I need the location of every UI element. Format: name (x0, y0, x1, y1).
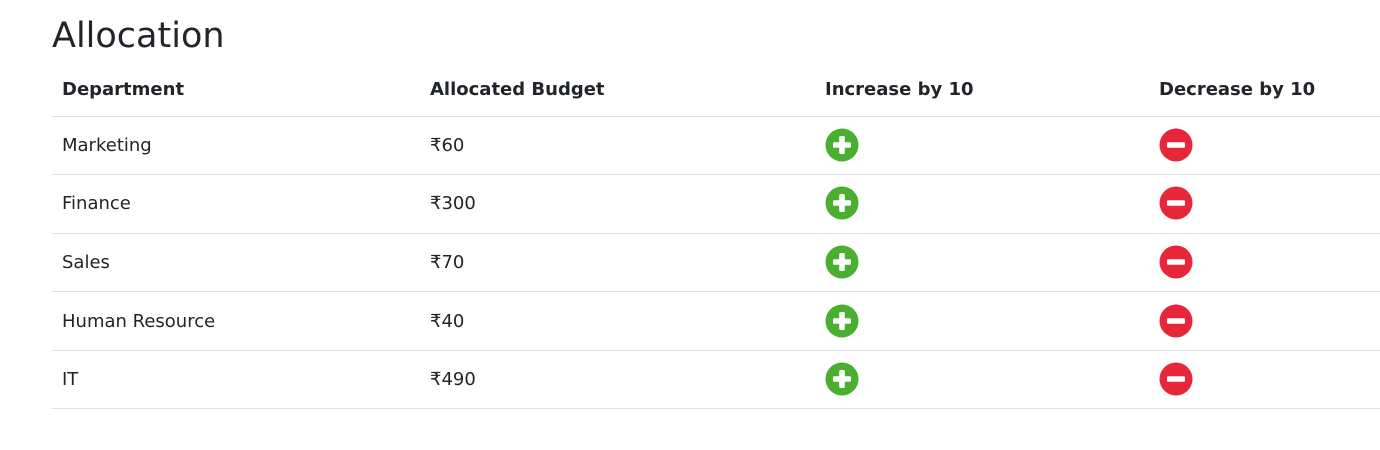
header-increase: Increase by 10 (815, 64, 1149, 117)
table-header-row: Department Allocated Budget Increase by … (52, 64, 1380, 117)
decrease-button[interactable] (1159, 304, 1193, 338)
increase-cell (815, 291, 1149, 351)
department-cell: IT (52, 350, 420, 410)
increase-button[interactable] (825, 304, 859, 338)
table-row: Marketing ₹60 (52, 116, 1380, 176)
plus-circle-icon (825, 186, 859, 220)
table-row: Sales ₹70 (52, 233, 1380, 293)
table-row: Human Resource ₹40 (52, 291, 1380, 351)
increase-cell (815, 116, 1149, 176)
minus-circle-icon (1159, 362, 1193, 396)
increase-cell (815, 174, 1149, 234)
increase-button[interactable] (825, 186, 859, 220)
increase-cell (815, 350, 1149, 410)
table-row: IT ₹490 (52, 350, 1380, 410)
minus-circle-icon (1159, 245, 1193, 279)
decrease-button[interactable] (1159, 362, 1193, 396)
decrease-button[interactable] (1159, 245, 1193, 279)
page-title: Allocation (52, 16, 225, 56)
page: Allocation Department Allocated Budget I… (0, 0, 1380, 450)
department-cell: Marketing (52, 116, 420, 176)
budget-cell: ₹70 (420, 233, 815, 293)
budget-cell: ₹300 (420, 174, 815, 234)
increase-cell (815, 233, 1149, 293)
budget-cell: ₹40 (420, 291, 815, 351)
plus-circle-icon (825, 304, 859, 338)
header-allocated-budget: Allocated Budget (420, 64, 815, 117)
decrease-cell (1149, 291, 1380, 351)
minus-circle-icon (1159, 186, 1193, 220)
department-cell: Finance (52, 174, 420, 234)
allocation-table: Department Allocated Budget Increase by … (52, 64, 1380, 410)
header-department: Department (52, 64, 420, 117)
minus-circle-icon (1159, 128, 1193, 162)
header-decrease: Decrease by 10 (1149, 64, 1380, 117)
decrease-button[interactable] (1159, 128, 1193, 162)
decrease-cell (1149, 174, 1380, 234)
decrease-cell (1149, 116, 1380, 176)
decrease-cell (1149, 233, 1380, 293)
department-cell: Sales (52, 233, 420, 293)
plus-circle-icon (825, 362, 859, 396)
decrease-cell (1149, 350, 1380, 410)
department-cell: Human Resource (52, 291, 420, 351)
increase-button[interactable] (825, 128, 859, 162)
plus-circle-icon (825, 128, 859, 162)
table-row: Finance ₹300 (52, 174, 1380, 234)
increase-button[interactable] (825, 245, 859, 279)
increase-button[interactable] (825, 362, 859, 396)
minus-circle-icon (1159, 304, 1193, 338)
decrease-button[interactable] (1159, 186, 1193, 220)
budget-cell: ₹60 (420, 116, 815, 176)
plus-circle-icon (825, 245, 859, 279)
budget-cell: ₹490 (420, 350, 815, 410)
